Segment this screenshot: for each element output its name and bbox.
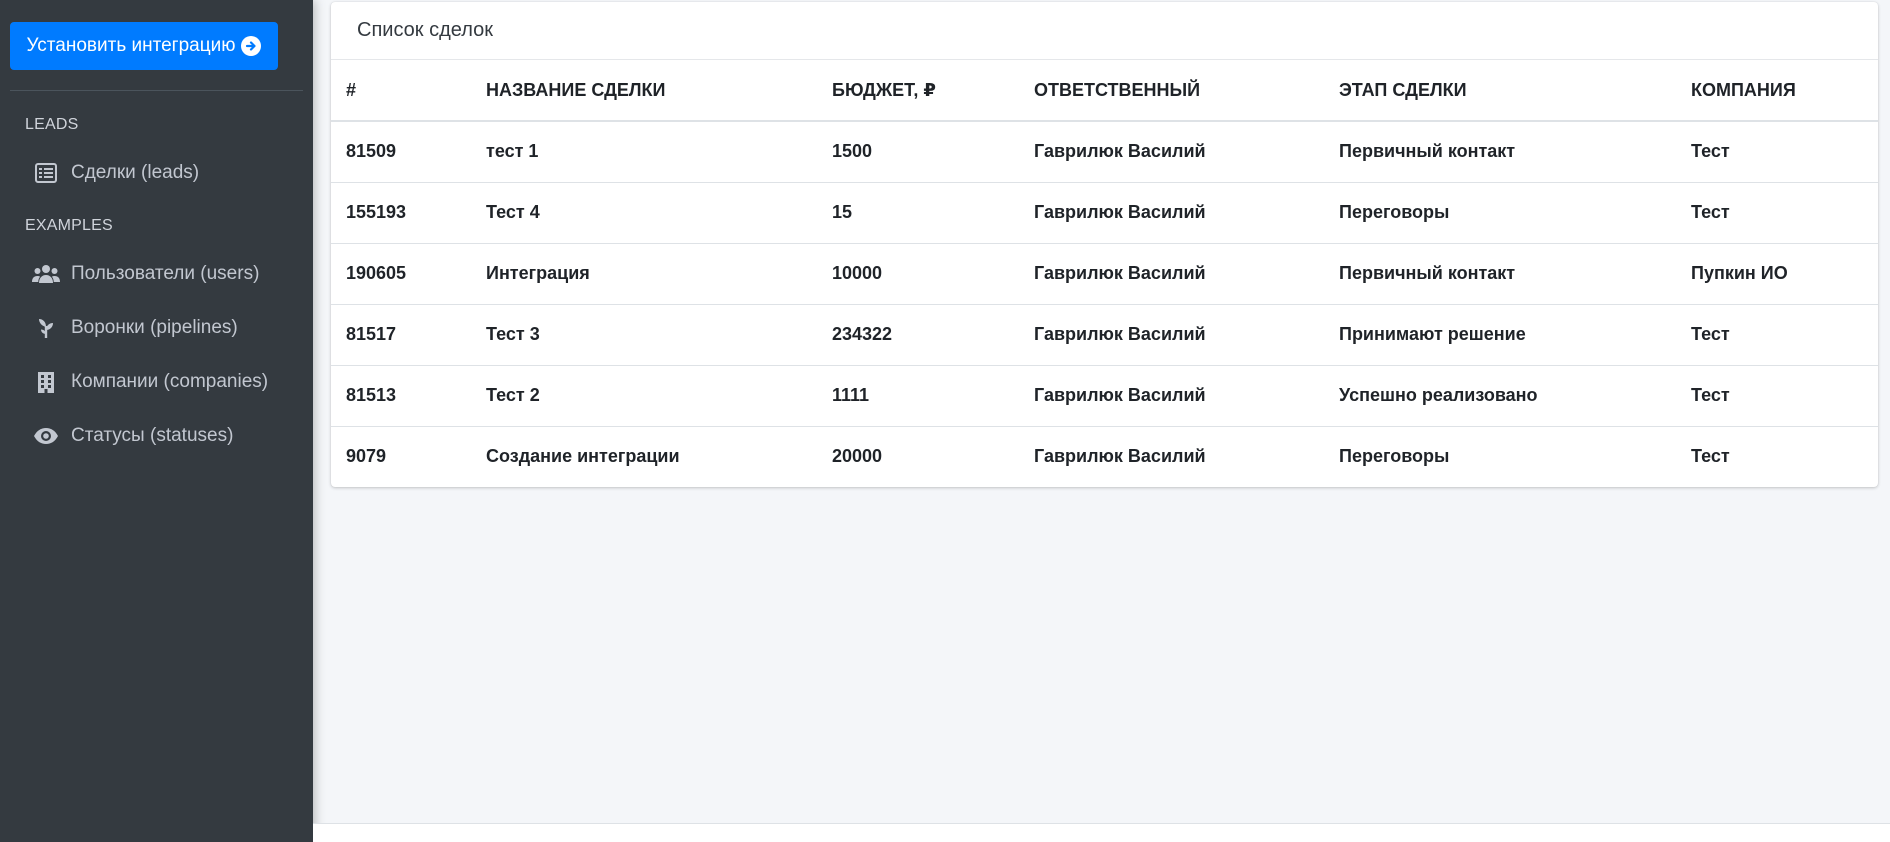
sidebar-item-users[interactable]: Пользователи (users) [10, 252, 303, 296]
sidebar-divider [10, 90, 303, 91]
table-row: 81517 Тест 3 234322 Гаврилюк Василий При… [331, 303, 1878, 365]
sidebar-item-label: Компании (companies) [71, 371, 269, 392]
eye-icon [32, 424, 60, 448]
table-row: 9079 Создание интеграции 20000 Гаврилюк … [331, 425, 1878, 487]
cell-company: Тест [1691, 141, 1730, 162]
building-icon [32, 370, 60, 394]
nav-header-leads: LEADS [25, 116, 79, 133]
cell-id: 155193 [331, 181, 471, 243]
leads-card: Список сделок # НАЗВАНИЕ СДЕЛКИ БЮДЖЕТ, … [331, 2, 1878, 487]
install-integration-button[interactable]: Установить интеграцию [10, 22, 278, 70]
column-header-stage: ЭТАП СДЕЛКИ [1324, 60, 1676, 122]
cell-budget: 20000 [817, 425, 1019, 487]
cell-name: Создание интеграции [471, 425, 817, 487]
column-header-id: # [331, 60, 471, 122]
card-title: Список сделок [331, 2, 1878, 60]
cell-name: Интеграция [471, 242, 817, 304]
cell-budget: 234322 [817, 303, 1019, 365]
table-row: 81509 тест 1 1500 Гаврилюк Василий Перви… [331, 121, 1878, 182]
sidebar-item-companies[interactable]: Компании (companies) [10, 360, 303, 404]
table-header-row: # НАЗВАНИЕ СДЕЛКИ БЮДЖЕТ, ₽ ОТВЕТСТВЕННЫ… [331, 60, 1878, 122]
sidebar-item-label: Сделки (leads) [71, 162, 200, 183]
main-content: Список сделок # НАЗВАНИЕ СДЕЛКИ БЮДЖЕТ, … [313, 0, 1890, 842]
cell-stage: Переговоры [1324, 425, 1676, 487]
cell-company: Тест [1676, 364, 1878, 426]
cell-company: Тест [1676, 303, 1878, 365]
arrow-right-circle-icon [241, 36, 262, 56]
sidebar-item-label: Статусы (statuses) [71, 425, 234, 446]
install-integration-label: Установить интеграцию [26, 35, 236, 56]
cell-id: 190605 [331, 242, 471, 304]
cell-stage: Переговоры [1324, 181, 1676, 243]
cell-budget: 1111 [817, 364, 1019, 426]
cell-company: Пупкин ИО [1676, 242, 1878, 304]
cell-responsible: Гаврилюк Василий [1019, 181, 1324, 243]
cell-budget: 15 [817, 181, 1019, 243]
sidebar: Установить интеграцию LEADS Сделки (lead… [0, 0, 313, 842]
column-header-company: КОМПАНИЯ [1676, 60, 1878, 122]
cell-budget: 1500 [832, 141, 873, 162]
cell-stage: Первичный контакт [1339, 141, 1516, 162]
cell-responsible: Гаврилюк Василий [1019, 425, 1324, 487]
column-header-budget: БЮДЖЕТ, ₽ [817, 60, 1019, 122]
table-row: 81513 Тест 2 1111 Гаврилюк Василий Успеш… [331, 364, 1878, 426]
sidebar-item-statuses[interactable]: Статусы (statuses) [10, 414, 303, 458]
column-header-name: НАЗВАНИЕ СДЕЛКИ [471, 60, 817, 122]
cell-responsible: Гаврилюк Василий [1034, 141, 1206, 162]
cell-responsible: Гаврилюк Василий [1019, 303, 1324, 365]
table-row: 190605 Интеграция 10000 Гаврилюк Василий… [331, 242, 1878, 304]
cell-name: тест 1 [486, 141, 539, 162]
cell-id: 9079 [331, 425, 471, 487]
sidebar-item-leads[interactable]: Сделки (leads) [10, 151, 303, 195]
cell-company: Тест [1676, 181, 1878, 243]
users-icon [32, 262, 60, 286]
sidebar-item-label: Воронки (pipelines) [71, 317, 238, 338]
cell-budget: 10000 [817, 242, 1019, 304]
sidebar-item-pipelines[interactable]: Воронки (pipelines) [10, 306, 303, 350]
list-icon [32, 161, 60, 185]
cell-name: Тест 3 [471, 303, 817, 365]
table-row: 155193 Тест 4 15 Гаврилюк Василий Перего… [331, 181, 1878, 243]
cell-responsible: Гаврилюк Василий [1019, 364, 1324, 426]
seedling-icon [32, 316, 60, 340]
nav-header-examples: EXAMPLES [25, 217, 113, 234]
cell-name: Тест 4 [471, 181, 817, 243]
cell-id: 81517 [331, 303, 471, 365]
leads-table: # НАЗВАНИЕ СДЕЛКИ БЮДЖЕТ, ₽ ОТВЕТСТВЕННЫ… [331, 60, 1878, 487]
cell-name: Тест 2 [471, 364, 817, 426]
sidebar-item-label: Пользователи (users) [71, 263, 260, 284]
cell-stage: Успешно реализовано [1324, 364, 1676, 426]
cell-id: 81509 [346, 141, 397, 162]
cell-id: 81513 [331, 364, 471, 426]
cell-responsible: Гаврилюк Василий [1019, 242, 1324, 304]
cell-company: Тест [1676, 425, 1878, 487]
cell-stage: Принимают решение [1324, 303, 1676, 365]
column-header-responsible: ОТВЕТСТВЕННЫЙ [1019, 60, 1324, 122]
footer [313, 823, 1890, 842]
cell-stage: Первичный контакт [1324, 242, 1676, 304]
